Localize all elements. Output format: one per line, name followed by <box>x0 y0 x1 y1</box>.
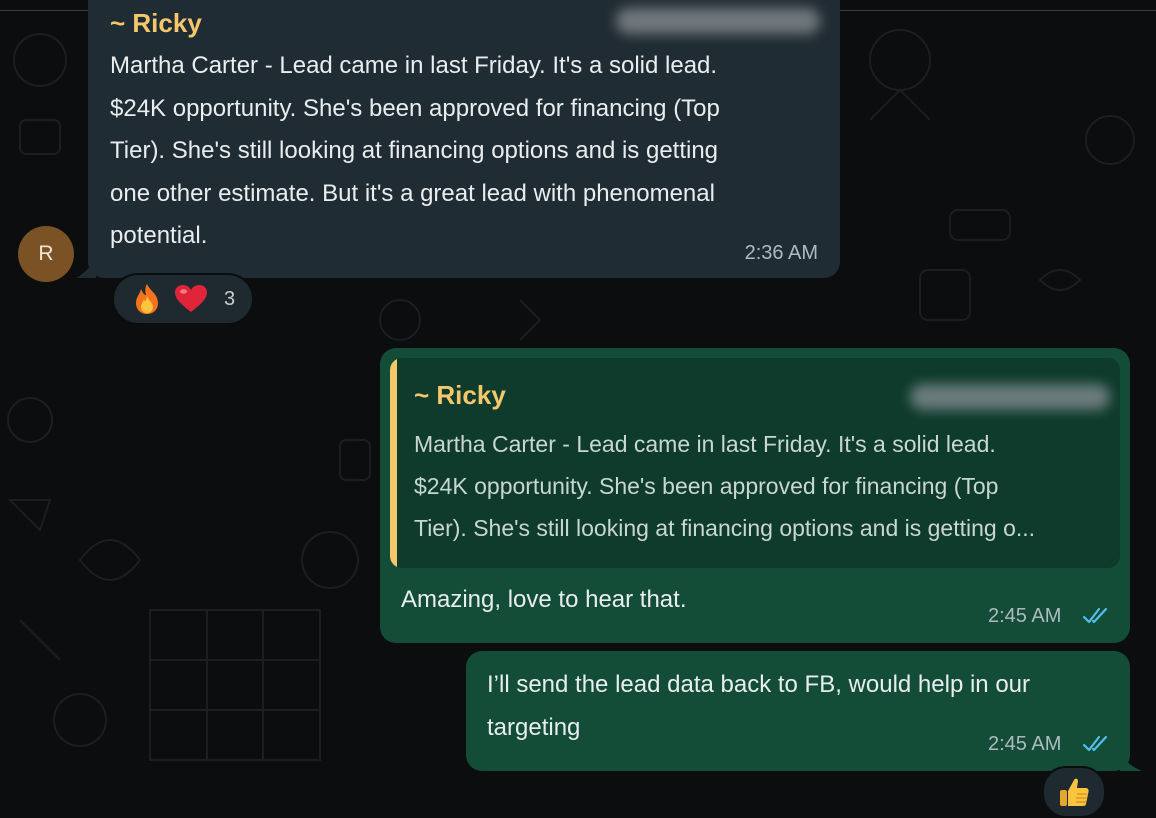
reply-time: 2:45 AM <box>988 605 1062 627</box>
message-line: Tier). She's still looking at financing … <box>110 137 719 164</box>
reactions-pill[interactable]: 3 <box>112 273 254 325</box>
quoted-sender-name: ~ Ricky <box>414 380 506 410</box>
sender-name[interactable]: ~ Ricky <box>110 8 202 39</box>
outgoing-bubble-tail <box>1120 751 1142 771</box>
incoming-message[interactable]: ~ Ricky Martha Carter - Lead came in las… <box>88 0 840 278</box>
quoted-line: Tier). She's still looking at financing … <box>414 515 1036 541</box>
reaction-count: 3 <box>224 287 236 310</box>
avatar-initial: R <box>38 242 54 265</box>
message-time: 2:45 AM <box>988 733 1062 755</box>
message-text: Martha Carter - Lead came in last Friday… <box>110 45 830 258</box>
sender-phone-blurred <box>616 8 820 34</box>
thumbs-up-emoji-icon <box>1060 778 1089 806</box>
avatar[interactable]: R <box>18 226 74 282</box>
thumbs-up-reaction[interactable] <box>1042 766 1106 818</box>
quoted-line: $24K opportunity. She's been approved fo… <box>414 473 999 499</box>
reply-text: Amazing, love to hear that. <box>401 586 687 613</box>
read-ticks-icon <box>1082 607 1108 624</box>
fire-emoji-icon <box>136 284 158 314</box>
quoted-message[interactable]: ~ Ricky Martha Carter - Lead came in las… <box>390 358 1120 568</box>
quote-accent-bar <box>390 358 397 568</box>
message-line: $24K opportunity. She's been approved fo… <box>110 94 720 122</box>
read-ticks-icon <box>1082 735 1108 752</box>
message-line: Martha Carter - Lead came in last Friday… <box>110 52 718 79</box>
red-heart-emoji-icon <box>175 285 207 312</box>
quoted-text: Martha Carter - Lead came in last Friday… <box>414 423 1104 549</box>
message-line: I’ll send the lead data back to FB, woul… <box>487 671 1030 698</box>
quoted-line: Martha Carter - Lead came in last Friday… <box>414 431 996 457</box>
message-line: one other estimate. But it's a great lea… <box>110 179 715 207</box>
quoted-phone-blurred <box>910 384 1110 410</box>
message-time: 2:36 AM <box>744 242 818 264</box>
message-line: potential. <box>110 222 208 249</box>
incoming-bubble-tail <box>76 256 96 278</box>
